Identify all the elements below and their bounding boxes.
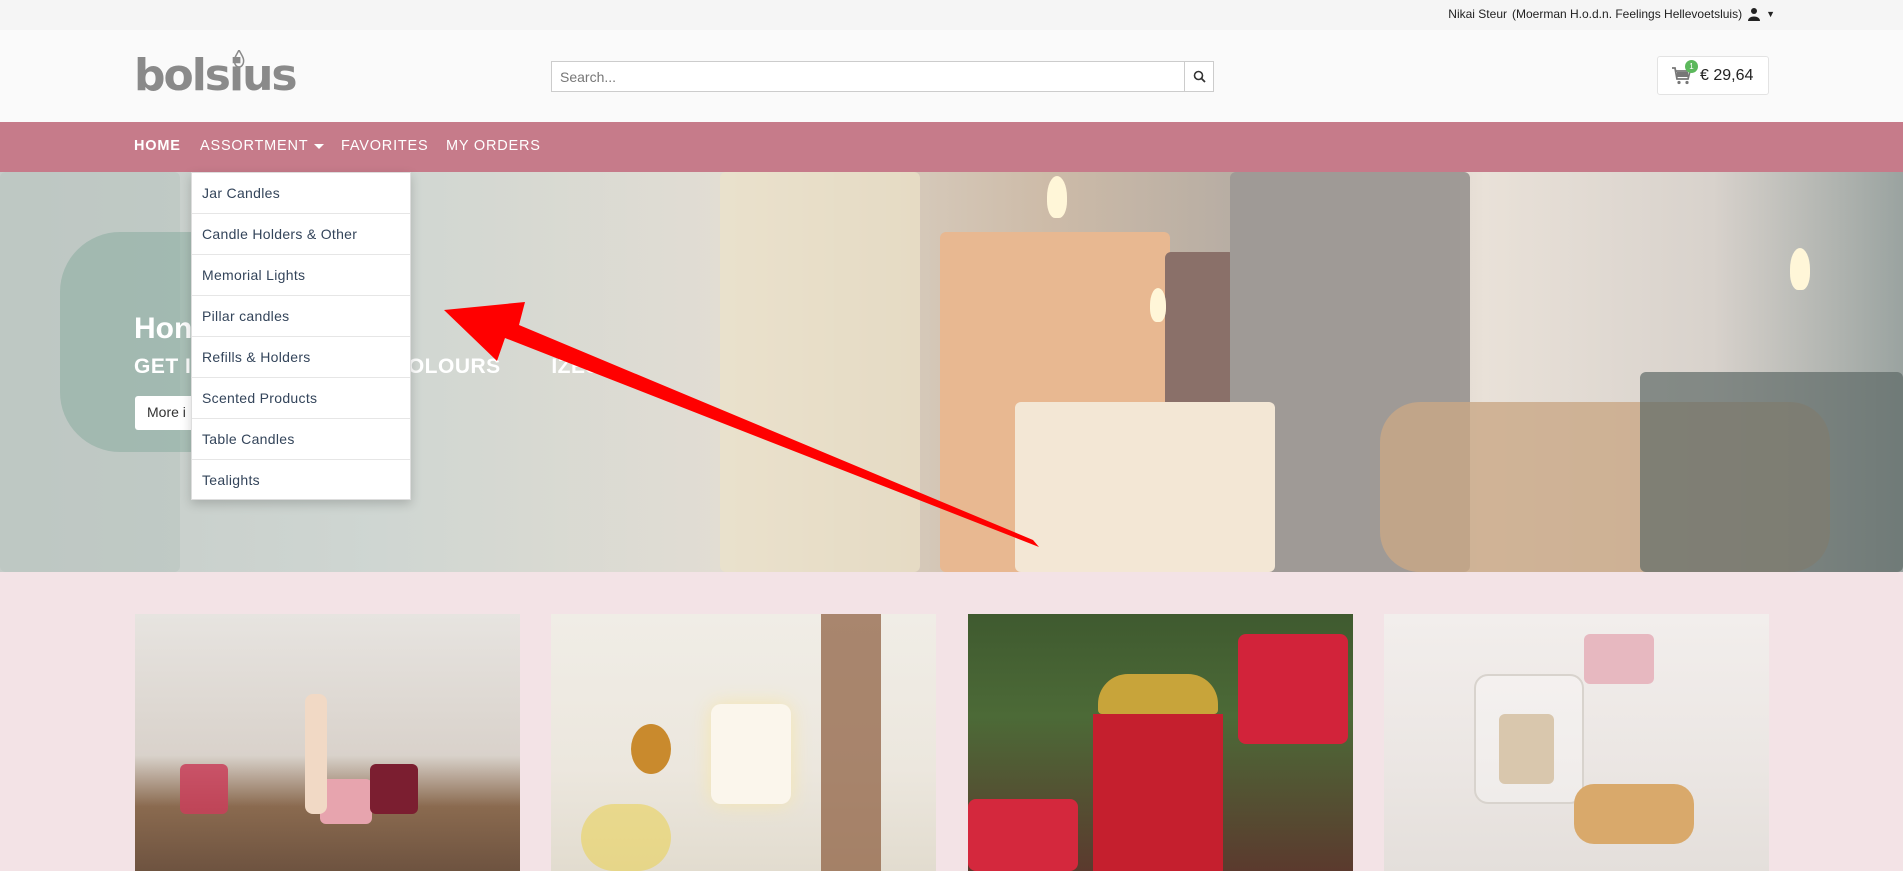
- tile-photo-flowers: [581, 804, 671, 871]
- tile-photo-pastry: [1574, 784, 1694, 844]
- category-tile-memorial-lights[interactable]: [968, 614, 1353, 871]
- search-input[interactable]: [551, 61, 1184, 92]
- tile-photo-jar: [180, 764, 228, 814]
- tile-photo-amber-bottle: [631, 724, 671, 774]
- tile-photo-red-light: [1093, 714, 1223, 871]
- user-icon: [1747, 7, 1761, 21]
- menu-item-tealights[interactable]: Tealights: [192, 460, 410, 501]
- cart-icon: 1: [1672, 59, 1698, 85]
- menu-item-refills-holders[interactable]: Refills & Holders: [192, 337, 410, 378]
- hero-flame: [1150, 288, 1166, 322]
- tile-photo-red-candle: [968, 799, 1078, 871]
- assortment-dropdown-menu: Jar Candles Candle Holders & Other Memor…: [191, 172, 411, 500]
- tile-photo-vase: [305, 694, 327, 814]
- tile-photo-pink-box: [1584, 634, 1654, 684]
- menu-item-table-candles[interactable]: Table Candles: [192, 419, 410, 460]
- nav-home[interactable]: HOME: [134, 138, 181, 154]
- tile-photo-guitar: [821, 614, 881, 871]
- menu-item-pillar-candles[interactable]: Pillar candles: [192, 296, 410, 337]
- user-name: Nikai Steur: [1448, 7, 1507, 21]
- search-icon: [1193, 70, 1206, 83]
- hero-photo-cream-candle: [720, 172, 920, 572]
- caret-down-icon: ▼: [1766, 9, 1775, 19]
- menu-item-memorial-lights[interactable]: Memorial Lights: [192, 255, 410, 296]
- hero-title: Hon: [134, 312, 193, 345]
- nav-my-orders[interactable]: MY ORDERS: [446, 138, 541, 154]
- tile-photo-scented-jar: [711, 704, 791, 804]
- site-header: bolsius 1 € 29,64: [0, 30, 1903, 122]
- cart-total: € 29,64: [1700, 66, 1754, 84]
- tile-photo-gold-lid: [1098, 674, 1218, 714]
- hero-flame: [1790, 248, 1810, 290]
- nav-assortment-label: ASSORTMENT: [200, 138, 309, 154]
- hero-flame: [1047, 176, 1067, 218]
- menu-item-candle-holders[interactable]: Candle Holders & Other: [192, 214, 410, 255]
- nav-assortment[interactable]: ASSORTMENT: [200, 138, 325, 154]
- tile-photo-jar: [320, 779, 372, 824]
- cart-button[interactable]: 1 € 29,64: [1657, 56, 1769, 95]
- menu-item-scented-products[interactable]: Scented Products: [192, 378, 410, 419]
- caret-down-icon: [314, 143, 325, 149]
- tile-photo-jar: [370, 764, 418, 814]
- hero-photo-white-candle: [1015, 402, 1275, 572]
- flame-icon: [233, 50, 245, 68]
- main-navigation: HOME ASSORTMENT FAVORITES MY ORDERS: [0, 122, 1903, 172]
- category-tile-scented-products[interactable]: [551, 614, 936, 871]
- category-tile-candle-holders[interactable]: [1384, 614, 1769, 871]
- tile-photo-tealight-holder: [1499, 714, 1554, 784]
- tile-photo-red-candle: [1238, 634, 1348, 744]
- search-bar: [551, 61, 1214, 92]
- logo-text: bolsius: [134, 50, 298, 101]
- nav-favorites[interactable]: FAVORITES: [341, 138, 429, 154]
- hero-photo-dark-jar: [1640, 372, 1903, 572]
- user-menu[interactable]: Nikai Steur (Moerman H.o.d.n. Feelings H…: [1448, 7, 1775, 21]
- category-tile-jar-candles[interactable]: [135, 614, 520, 871]
- top-utility-bar: Nikai Steur (Moerman H.o.d.n. Feelings H…: [0, 0, 1903, 30]
- user-company: (Moerman H.o.d.n. Feelings Hellevoetslui…: [1511, 7, 1743, 21]
- cart-count-badge: 1: [1685, 59, 1698, 73]
- menu-item-jar-candles[interactable]: Jar Candles: [192, 173, 410, 214]
- bolsius-logo[interactable]: bolsius: [134, 50, 298, 102]
- search-button[interactable]: [1184, 61, 1214, 92]
